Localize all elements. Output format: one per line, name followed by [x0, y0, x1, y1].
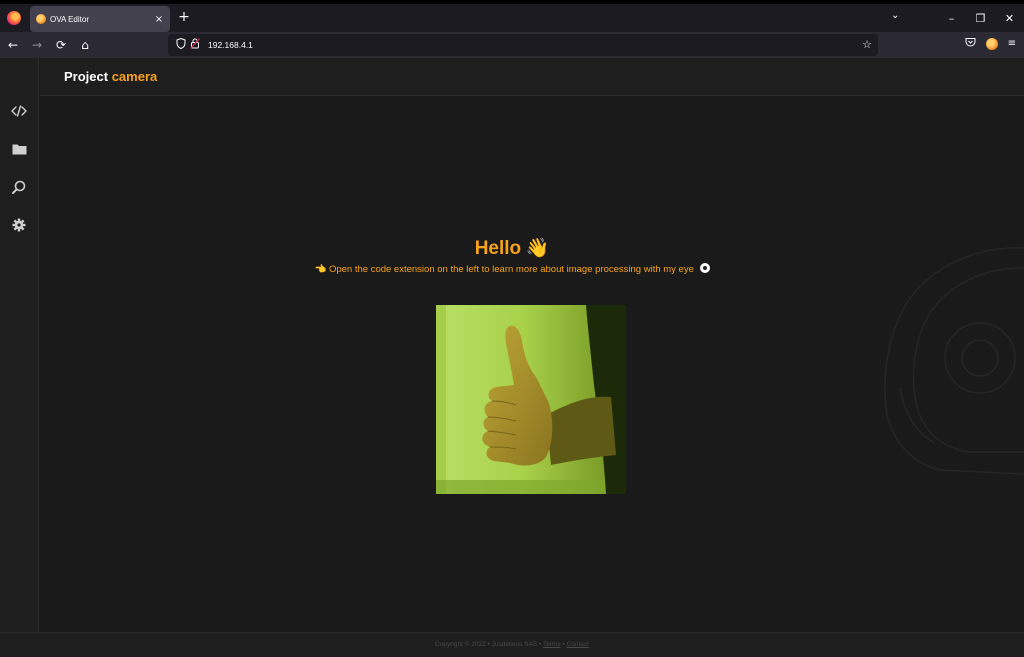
- tab-close-icon[interactable]: ×: [154, 14, 164, 25]
- back-button[interactable]: ←: [2, 38, 24, 52]
- url-bar[interactable]: 192.168.4.1 ☆: [168, 34, 878, 56]
- firefox-logo-icon[interactable]: [7, 11, 21, 25]
- shield-icon[interactable]: [174, 37, 188, 52]
- terms-link[interactable]: Terms: [543, 641, 561, 648]
- tab-ova-editor[interactable]: OVA Editor ×: [30, 6, 170, 32]
- minimize-button[interactable]: –: [937, 12, 966, 25]
- app-menu-icon[interactable]: ≡: [1008, 38, 1016, 49]
- window-controls: – ❐ ✕: [937, 4, 1024, 32]
- hello-title: Hello: [474, 238, 522, 259]
- bookmark-star-icon[interactable]: ☆: [862, 38, 872, 51]
- tab-strip: OVA Editor × + ⌄ – ❐ ✕: [0, 4, 1024, 32]
- home-button[interactable]: ⌂: [74, 38, 96, 52]
- sidebar: [0, 58, 39, 632]
- extension-avatar-icon[interactable]: [985, 37, 998, 50]
- close-window-button[interactable]: ✕: [995, 12, 1024, 25]
- toolbar-right: ≡: [965, 37, 1016, 50]
- extension-icon[interactable]: [9, 177, 29, 197]
- list-all-tabs-icon[interactable]: ⌄: [891, 10, 899, 21]
- navigation-bar: ← → ⟳ ⌂ 192.168.4.1 ☆ ≡: [0, 32, 1024, 58]
- project-name: camera: [111, 69, 158, 84]
- contact-link[interactable]: Contact: [567, 641, 589, 648]
- new-tab-button[interactable]: +: [177, 9, 191, 25]
- code-icon[interactable]: [9, 101, 29, 121]
- project-header: Project camera: [40, 58, 1024, 96]
- pointing-hand-icon: 👈: [314, 264, 327, 275]
- footer-separator: •: [562, 641, 565, 648]
- pocket-icon[interactable]: [965, 37, 976, 50]
- tab-favicon-icon: [36, 14, 46, 24]
- folder-icon[interactable]: [9, 139, 29, 159]
- insecure-lock-icon[interactable]: [188, 38, 202, 52]
- reload-button[interactable]: ⟳: [50, 38, 72, 52]
- restore-button[interactable]: ❐: [966, 12, 995, 25]
- url-text[interactable]: 192.168.4.1: [208, 40, 253, 50]
- tab-title: OVA Editor: [50, 14, 89, 24]
- footer: Copyright © 2022 • Jusdeliens SAS • Term…: [0, 632, 1024, 656]
- hello-subtitle-text: Open the code extension on the left to l…: [328, 264, 694, 275]
- browser-window: OVA Editor × + ⌄ – ❐ ✕ ← → ⟳ ⌂ 192.168.4…: [0, 0, 1024, 656]
- hello-subtitle: 👈 Open the code extension on the left to…: [0, 263, 1024, 275]
- forward-button[interactable]: →: [26, 38, 48, 52]
- hello-heading: Hello 👋: [0, 236, 1024, 260]
- project-title-word: Project: [64, 69, 109, 84]
- waving-hand-icon: 👋: [525, 238, 550, 259]
- eye-icon: [699, 263, 710, 273]
- web-page: Project camera Hello 👋 👈 Open the code e…: [0, 58, 1024, 656]
- project-title: Project camera: [64, 69, 157, 84]
- camera-feed-image: [436, 305, 626, 494]
- footer-copyright: Copyright © 2022 • Jusdeliens SAS •: [435, 641, 542, 648]
- settings-icon[interactable]: [9, 215, 29, 235]
